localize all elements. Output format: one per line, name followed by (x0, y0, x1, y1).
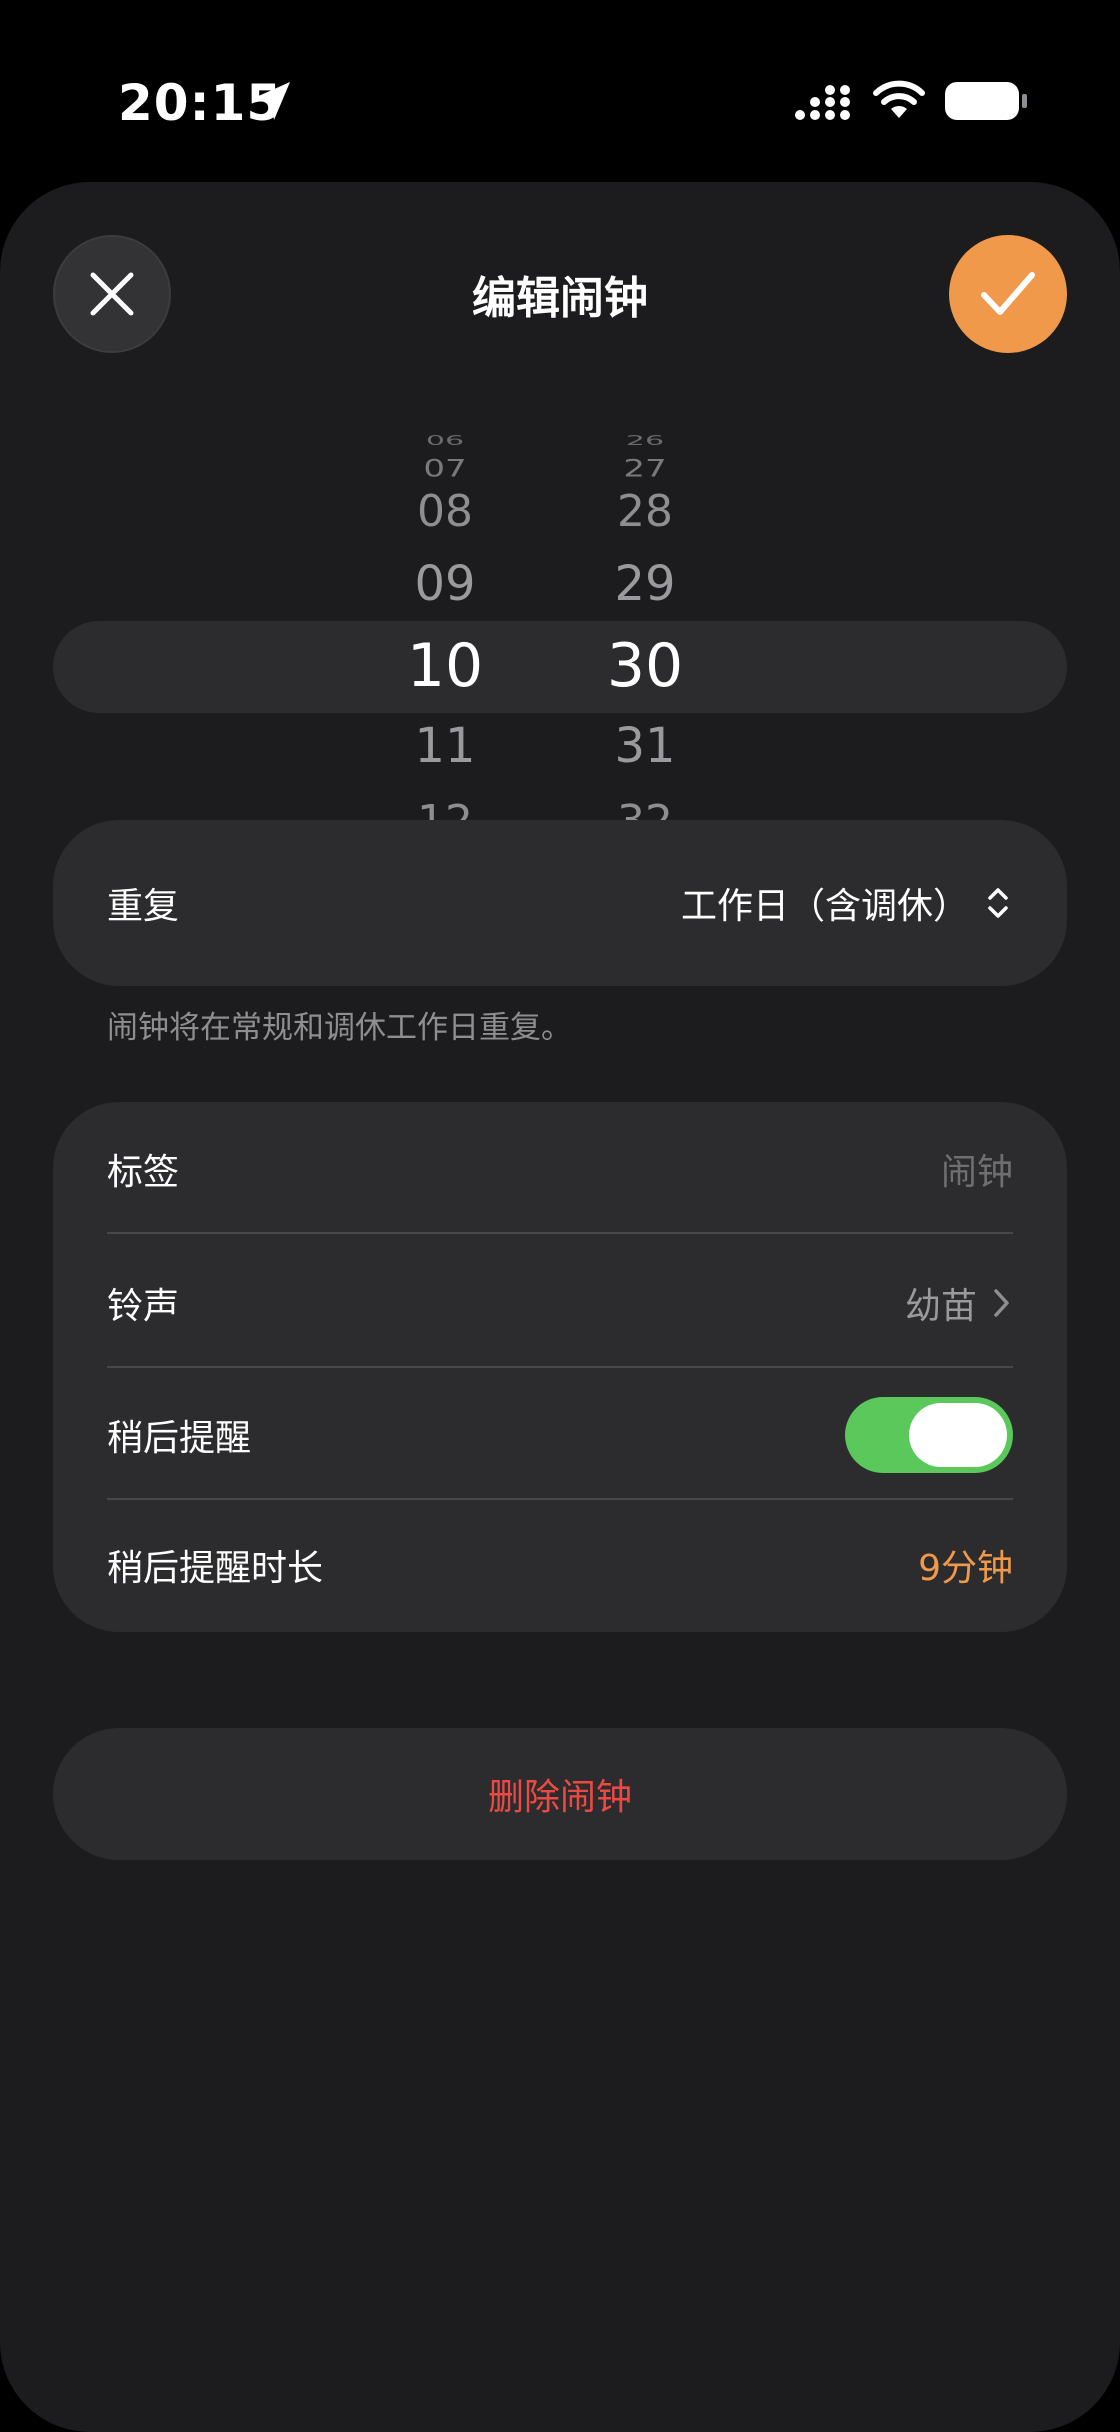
cellular-signal-icon (795, 85, 850, 120)
hour-option: 09 (414, 556, 476, 612)
snooze-row: 稍后提醒 (107, 1370, 1013, 1500)
minute-selected: 30 (606, 631, 684, 701)
repeat-card: 重复 工作日（含调休） (53, 820, 1067, 986)
status-bar: 20:15 (0, 0, 1120, 180)
divider (107, 1232, 1013, 1234)
label-title: 标签 (107, 1152, 180, 1193)
snooze-length-value[interactable]: 9分钟 (918, 1539, 1013, 1591)
snooze-label: 稍后提醒 (107, 1418, 252, 1459)
chevron-right-icon (994, 1289, 1009, 1317)
label-row: 标签 闹钟 (107, 1104, 1013, 1234)
minute-option: 28 (617, 486, 673, 537)
options-card: 标签 闹钟 铃声 幼苗 稍后提醒 稍后提醒时长 9分钟 (53, 1102, 1067, 1632)
picker-selection-band (53, 621, 1067, 713)
snooze-length-row[interactable]: 稍后提醒时长 9分钟 (107, 1500, 1013, 1630)
repeat-value: 工作日（含调休） (680, 886, 969, 927)
hour-option: 07 (423, 455, 467, 483)
toggle-knob (909, 1403, 1007, 1467)
snooze-length-label: 稍后提醒时长 (107, 1548, 324, 1589)
minute-option: 26 (625, 432, 665, 449)
snooze-toggle[interactable] (845, 1397, 1013, 1473)
minute-option: 29 (614, 556, 676, 612)
location-arrow-icon (254, 82, 290, 120)
ringtone-value-group: 幼苗 (905, 1277, 1013, 1329)
confirm-button[interactable] (949, 235, 1067, 353)
hour-selected: 10 (406, 631, 484, 701)
checkmark-icon (981, 272, 1035, 315)
repeat-row[interactable]: 重复 工作日（含调休） (107, 820, 1013, 986)
hour-option: 06 (425, 432, 465, 449)
hour-option: 11 (414, 718, 476, 774)
delete-alarm-button[interactable]: 删除闹钟 (53, 1728, 1067, 1860)
ringtone-value: 幼苗 (904, 1286, 977, 1327)
ringtone-row[interactable]: 铃声 幼苗 (107, 1238, 1013, 1368)
divider (107, 1366, 1013, 1368)
repeat-note: 闹钟将在常规和调休工作日重复。 (107, 1010, 572, 1046)
wifi-icon (873, 80, 925, 118)
chevron-up-down-icon (988, 888, 1008, 918)
screen: 20:15 编辑闹钟 06 07 08 09 10 11 26 27 28 29… (0, 0, 1120, 2432)
delete-label: 删除闹钟 (487, 1777, 632, 1818)
label-input[interactable]: 闹钟 (941, 1143, 1013, 1195)
minute-option: 31 (614, 718, 676, 774)
battery-icon (945, 82, 1027, 120)
hour-option: 08 (417, 486, 473, 537)
minute-option: 27 (623, 455, 667, 483)
ringtone-label: 铃声 (107, 1286, 180, 1327)
repeat-selector[interactable]: 工作日（含调休） (681, 877, 1013, 929)
repeat-label: 重复 (107, 886, 180, 927)
